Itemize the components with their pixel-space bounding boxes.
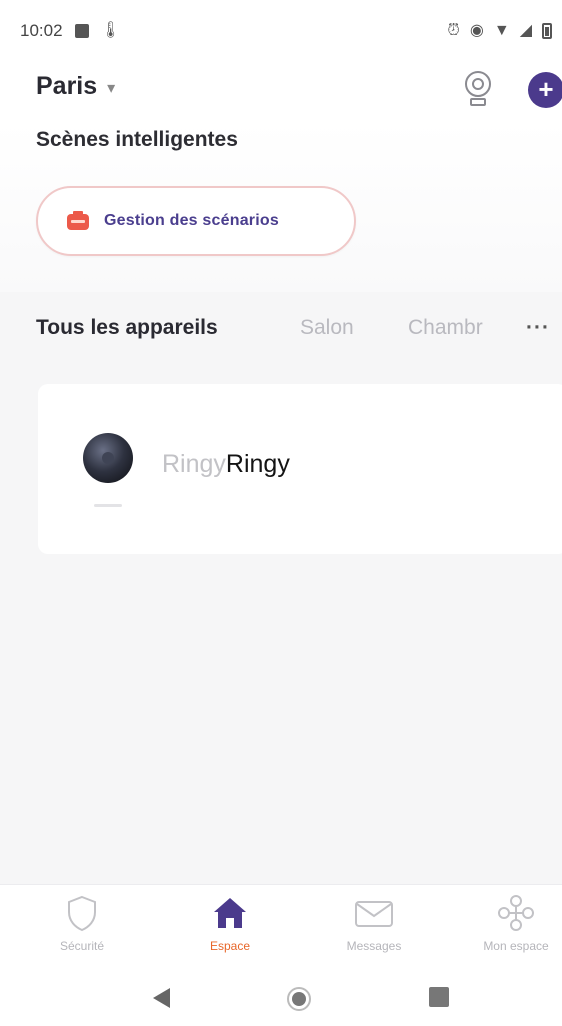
device-name-ghost: Ringy	[162, 450, 226, 478]
status-bar: 10:02 🌡︎ ⏰︎ ◉ ▼ ◢	[0, 0, 562, 62]
recents-icon[interactable]	[428, 986, 450, 1008]
mail-icon	[355, 901, 393, 927]
nav-messages-label: Messages	[346, 939, 402, 953]
notification-square-icon	[74, 24, 89, 38]
eye-icon: ◉	[469, 22, 484, 39]
battery-icon	[542, 23, 552, 39]
nav-messages[interactable]: Messages	[324, 893, 424, 953]
bottom-navigation: Sécurité Espace Messages Mon espace	[0, 884, 562, 966]
chevron-down-icon: ▾	[107, 79, 116, 97]
top-header: Paris ▾ +	[0, 62, 562, 122]
manage-scenarios-label: Gestion des scénarios	[104, 212, 279, 229]
more-tabs-button[interactable]: ···	[526, 316, 550, 340]
scenes-title: Scènes intelligentes	[36, 128, 238, 151]
add-device-button[interactable]: +	[528, 72, 562, 108]
device-name-text: Ringy	[225, 450, 290, 478]
scenario-icon	[67, 211, 89, 230]
alarm-icon: ⏰︎	[447, 22, 460, 39]
home-circle-icon[interactable]	[286, 986, 312, 1012]
tab-salon[interactable]: Salon	[300, 316, 354, 340]
camera-icon[interactable]	[462, 70, 494, 108]
status-bar-left: 10:02 🌡︎	[20, 21, 121, 41]
wifi-icon: ▼	[493, 22, 510, 39]
device-image-shadow	[94, 504, 122, 507]
status-time: 10:02	[20, 21, 63, 40]
nav-space-label: Espace	[209, 939, 251, 953]
device-card[interactable]: RingyRingy	[38, 384, 562, 554]
smart-scenes-section: Scènes intelligentes Gestion des scénari…	[0, 122, 562, 292]
thermometer-icon: 🌡︎	[100, 22, 121, 39]
signal-icon: ◢	[519, 22, 532, 39]
room-tabs: Tous les appareils Salon Chambr ···	[0, 300, 562, 360]
nav-space[interactable]: Espace	[180, 893, 280, 953]
nav-my-space-label: Mon espace	[483, 939, 549, 953]
nav-security[interactable]: Sécurité	[32, 893, 132, 953]
back-icon[interactable]	[150, 986, 172, 1010]
tab-chambre[interactable]: Chambr	[408, 316, 508, 340]
device-name: RingyRingy	[162, 450, 290, 479]
profile-nodes-icon	[498, 895, 534, 931]
shield-icon	[68, 895, 96, 932]
tab-all-devices[interactable]: Tous les appareils	[36, 316, 218, 340]
system-navigation-bar	[0, 966, 562, 1026]
nav-my-space[interactable]: Mon espace	[466, 893, 562, 953]
location-selector[interactable]: Paris ▾	[36, 72, 115, 101]
location-name: Paris	[36, 72, 98, 100]
manage-scenarios-button[interactable]: Gestion des scénarios	[36, 186, 356, 256]
status-bar-right: ⏰︎ ◉ ▼ ◢	[447, 23, 552, 39]
doorbell-camera-icon	[83, 433, 133, 483]
nav-security-label: Sécurité	[59, 939, 105, 953]
home-icon	[214, 898, 246, 928]
